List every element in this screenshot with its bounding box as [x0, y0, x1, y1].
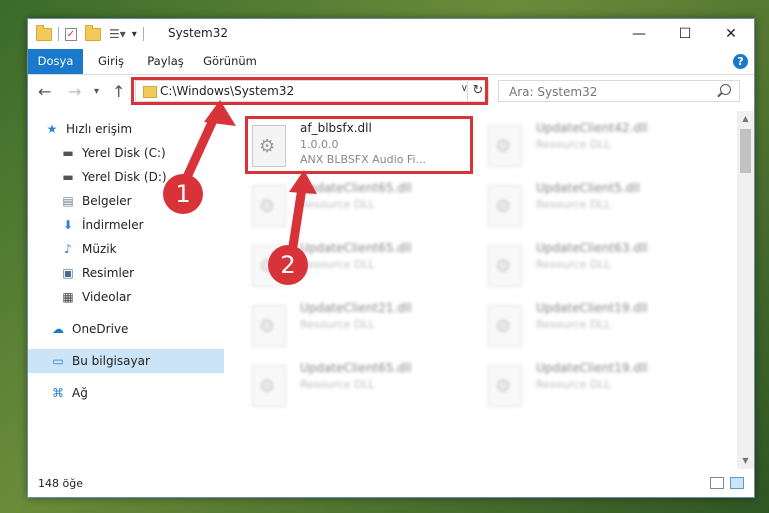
arrow-1-shaft — [183, 113, 219, 180]
annotation-arrows — [183, 100, 317, 251]
arrow-1-head-icon — [204, 100, 236, 126]
step-badge-1: 1 — [163, 174, 203, 214]
arrow-2-head-icon — [289, 170, 317, 194]
arrow-2-shaft — [288, 183, 307, 251]
step-badge-2: 2 — [268, 245, 308, 285]
